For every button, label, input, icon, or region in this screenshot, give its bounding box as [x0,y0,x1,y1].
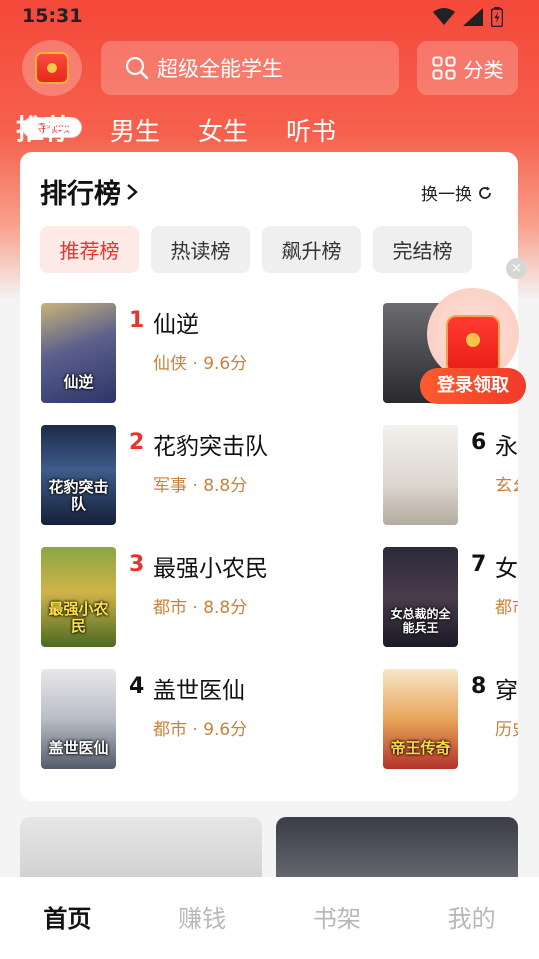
book-title: 最强小农民 [153,556,268,582]
book-rank: 3 [129,552,145,577]
bottom-nav: 首页 赚钱 书架 我的 [0,877,539,959]
book-rank: 8 [471,674,487,699]
book-cover-title: 帝王传奇 [390,739,451,757]
nav-profile[interactable]: 我的 [427,899,517,934]
book-meta: 都市 · 9.6分 [153,720,248,740]
chip-recommend[interactable]: 推荐榜 [40,226,139,273]
close-icon[interactable]: × [506,258,527,279]
book-item[interactable]: 最强小农民 3 最强小农民 都市 · 8.8分 [41,547,341,647]
chip-completed[interactable]: 完结榜 [373,226,472,273]
book-item[interactable]: 6 永 玄幺 [383,425,518,525]
book-cover-title: 最强小农民 [48,600,109,635]
search-placeholder: 超级全能学生 [157,57,283,81]
book-title: 盖世医仙 [153,678,245,704]
category-label: 分类 [463,57,504,82]
book-item[interactable]: 女总裁的全能兵王 7 女 都市 [383,547,518,647]
book-title: 花豹突击队 [153,434,268,460]
book-rank: 2 [129,430,145,455]
book-cover-title: 女总裁的全能兵王 [390,607,451,635]
refresh-button[interactable]: 换一换 [421,180,492,205]
book-rank: 7 [471,552,487,577]
login-reward-button[interactable]: 登录领取 [420,288,526,406]
book-title: 仙逆 [153,312,199,338]
refresh-label: 换一换 [421,185,472,205]
status-time: 15:31 [22,5,83,27]
book-cover: 女总裁的全能兵王 [383,547,458,647]
book-cover: 帝王传奇 [383,669,458,769]
book-meta: 都市 · 8.8分 [153,598,248,618]
book-cover: 盖世医仙 [41,669,116,769]
tab-recommend[interactable]: 推荐 [16,108,72,148]
book-cover-title: 仙逆 [63,373,94,391]
book-meta: 都市 [495,598,518,618]
login-reward-label: 登录领取 [420,368,526,404]
ranking-title[interactable]: 排行榜 [40,172,139,211]
ranking-chips: 推荐榜 热读榜 飙升榜 完结榜 [40,226,472,273]
tab-female[interactable]: 女生 [198,112,248,148]
ranking-card: 排行榜 换一换 推荐榜 热读榜 飙升榜 完结榜 仙逆 1 仙逆 仙侠 · 9.6… [20,152,518,801]
book-item[interactable]: 仙逆 1 仙逆 仙侠 · 9.6分 [41,303,341,403]
book-cover-title: 花豹突击队 [48,478,109,513]
book-title: 永 [495,434,518,460]
status-bar: 15:31 [0,0,539,34]
book-cover [383,425,458,525]
nav-bookshelf[interactable]: 书架 [292,899,382,934]
tab-audiobook[interactable]: 听书 [286,112,336,148]
tab-male[interactable]: 男生 [110,112,160,148]
book-title: 女 [495,556,518,582]
book-item[interactable]: 帝王传奇 8 穿 历史 [383,669,518,769]
book-title: 穿 [495,678,518,704]
chip-rising[interactable]: 飙升榜 [262,226,361,273]
book-item[interactable]: 花豹突击队 2 花豹突击队 军事 · 8.8分 [41,425,341,525]
red-envelope-icon [22,40,82,96]
book-cover: 仙逆 [41,303,116,403]
book-meta: 历史 [495,720,518,740]
book-meta: 仙侠 · 9.6分 [153,354,248,374]
refresh-icon [479,186,491,199]
search-icon [125,56,149,80]
book-rank: 6 [471,430,487,455]
book-meta: 军事 · 8.8分 [153,476,248,496]
book-meta: 玄幺 [495,476,518,496]
book-cover: 花豹突击队 [41,425,116,525]
signal-icon [463,8,483,26]
search-input[interactable]: 超级全能学生 [101,41,399,95]
category-button[interactable]: 分类 [417,41,518,95]
nav-home[interactable]: 首页 [22,899,112,934]
red-envelope-icon [446,315,500,375]
book-rank: 1 [129,308,145,333]
book-rank: 4 [129,674,145,699]
chevron-right-icon [127,183,138,200]
pending-reward-badge[interactable]: 待领取 [20,40,84,138]
chip-hot-reading[interactable]: 热读榜 [151,226,250,273]
book-cover-title: 盖世医仙 [48,739,109,757]
wifi-icon [433,8,455,25]
book-item[interactable]: 盖世医仙 4 盖世医仙 都市 · 9.6分 [41,669,341,769]
ranking-title-text: 排行榜 [40,179,121,210]
nav-earn[interactable]: 赚钱 [157,899,247,934]
book-cover: 最强小农民 [41,547,116,647]
status-icons [433,7,503,27]
battery-icon [491,7,503,27]
top-tabs: 推荐 男生 女生 听书 [16,108,374,148]
grid-icon [432,56,455,80]
